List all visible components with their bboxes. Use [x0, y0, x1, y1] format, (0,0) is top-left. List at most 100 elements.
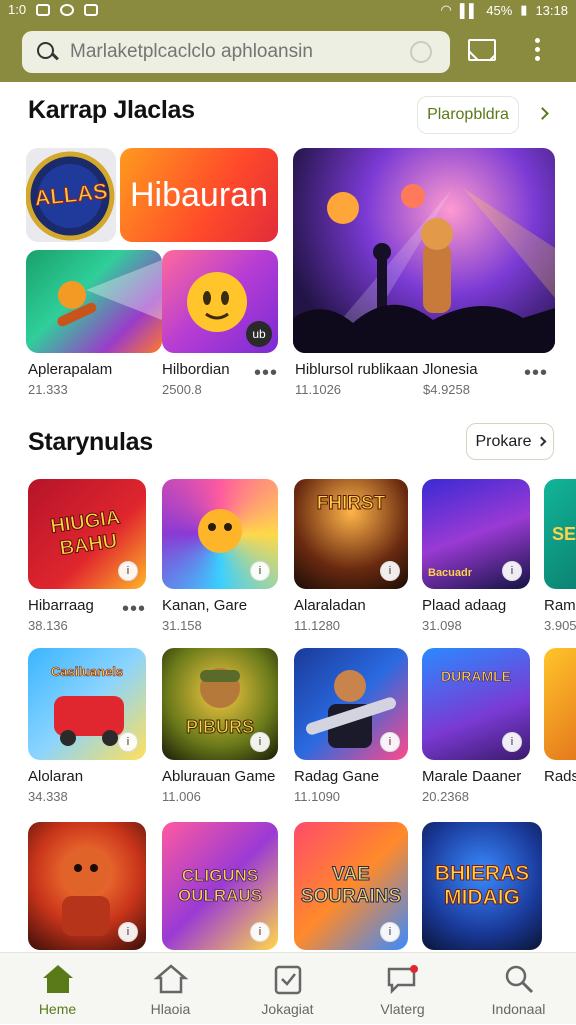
- item-title[interactable]: Hibarraag: [28, 597, 94, 614]
- info-icon[interactable]: i: [502, 732, 522, 752]
- item-meta: 11.1090: [294, 789, 341, 804]
- signal-icon: ▌▌: [459, 2, 479, 18]
- home-icon: [41, 963, 75, 995]
- chevron-right-icon[interactable]: [536, 107, 549, 120]
- app-tile[interactable]: [544, 648, 576, 760]
- message-icon: [84, 3, 99, 16]
- item-meta: 11.1280: [294, 618, 341, 633]
- tile-badge: ub: [246, 321, 272, 347]
- nav-tab-2[interactable]: Hlaoia: [113, 953, 228, 1025]
- chat-icon: [386, 963, 420, 995]
- app-tile[interactable]: i: [294, 648, 408, 760]
- app-tile[interactable]: BHIERAS MIDAIG: [422, 822, 542, 950]
- see-more-button[interactable]: Prokare: [466, 423, 554, 460]
- nav-tab-5[interactable]: Indonaal: [461, 953, 576, 1025]
- item-title[interactable]: Ramu: [544, 597, 576, 614]
- clipboard-icon: [271, 963, 305, 995]
- nav-label: Vlaterg: [380, 1001, 425, 1017]
- home-outline-icon: [153, 963, 188, 995]
- app-bar: [0, 20, 576, 82]
- app-tile[interactable]: i: [28, 822, 146, 950]
- featured-tile-emoji[interactable]: ub: [162, 250, 278, 353]
- item-title[interactable]: Ablurauan Game: [162, 768, 275, 785]
- info-icon[interactable]: i: [118, 561, 138, 581]
- featured-tile-game-art[interactable]: [26, 250, 162, 353]
- item-meta: 11.1026: [295, 382, 342, 397]
- item-meta: 31.098: [422, 618, 462, 633]
- info-icon[interactable]: i: [380, 732, 400, 752]
- clock: 13:18: [535, 2, 568, 18]
- nav-home[interactable]: Heme: [0, 953, 115, 1025]
- app-tile[interactable]: CLIGUNS OULRAUS i: [162, 822, 278, 950]
- info-icon[interactable]: i: [250, 561, 270, 581]
- featured-tile-alias[interactable]: ALLAS: [26, 148, 116, 242]
- item-meta: 2500.8: [162, 382, 202, 397]
- app-tile[interactable]: PIBURS i: [162, 648, 278, 760]
- section-title: Karrap Jlaclas: [28, 96, 195, 124]
- featured-tile-hiburan[interactable]: Hibauran: [120, 148, 278, 242]
- item-title[interactable]: Alaraladan: [294, 597, 366, 614]
- item-title[interactable]: Aplerapalam: [28, 361, 112, 378]
- info-icon[interactable]: i: [250, 922, 270, 942]
- item-meta: 38.136: [28, 618, 68, 633]
- info-icon[interactable]: i: [380, 922, 400, 942]
- more-options-icon[interactable]: [533, 38, 541, 66]
- see-more-label: Plaropbldra: [427, 106, 509, 123]
- item-title[interactable]: Hiblursol rublikaan Jlonesia: [295, 361, 478, 378]
- item-meta: 21.333: [28, 382, 68, 397]
- item-title[interactable]: Kanan, Gare: [162, 597, 247, 614]
- bottom-navigation: Heme Hlaoia Jokagiat Vlaterg Indonaal: [0, 952, 576, 1024]
- item-meta: 20.2368: [422, 789, 469, 804]
- nav-label: Jokagiat: [261, 1001, 314, 1017]
- info-icon[interactable]: i: [502, 561, 522, 581]
- app-tile[interactable]: Casiluanels i: [28, 648, 146, 760]
- nav-tab-4[interactable]: Vlaterg: [345, 953, 460, 1025]
- more-options-icon[interactable]: •••: [122, 599, 146, 619]
- info-icon[interactable]: i: [380, 561, 400, 581]
- status-bar: 1:0 ◠ ▌▌ 45% ▮ 13:18: [0, 0, 576, 20]
- featured-tile-concert[interactable]: [293, 148, 555, 353]
- search-input[interactable]: [70, 41, 390, 63]
- info-icon[interactable]: i: [118, 732, 138, 752]
- item-title[interactable]: Plaad adaag: [422, 597, 506, 614]
- tile-logo-text: ALLAS: [33, 178, 110, 212]
- item-title[interactable]: Radag Gane: [294, 768, 379, 785]
- app-tile[interactable]: DURAMLE i: [422, 648, 530, 760]
- sync-icon: [60, 3, 75, 16]
- app-tile[interactable]: FHIRST i: [294, 479, 408, 589]
- search-bar[interactable]: [22, 31, 450, 73]
- nav-tab-3[interactable]: Jokagiat: [230, 953, 345, 1025]
- nav-label: Hlaoia: [150, 1001, 191, 1017]
- item-meta: 3.905: [544, 618, 576, 633]
- item-title[interactable]: Alolaran: [28, 768, 83, 785]
- see-more-label: Prokare: [475, 432, 532, 450]
- item-price: $4.9258: [423, 382, 470, 397]
- item-title[interactable]: Hilbordian: [162, 361, 230, 378]
- app-tile[interactable]: i: [162, 479, 278, 589]
- more-options-icon[interactable]: •••: [254, 363, 278, 383]
- search-icon: [36, 41, 58, 63]
- app-tile[interactable]: Bacuadr i: [422, 479, 530, 589]
- tile-banner-text: Hibauran: [130, 175, 268, 214]
- status-time: 1:0: [8, 2, 27, 17]
- more-options-icon[interactable]: •••: [524, 363, 548, 383]
- app-tile[interactable]: VAE SOURAINS i: [294, 822, 408, 950]
- info-icon[interactable]: i: [118, 922, 138, 942]
- item-title[interactable]: Marale Daaner: [422, 768, 521, 785]
- see-more-button[interactable]: Plaropbldra: [417, 96, 519, 134]
- tile-art-text: BHIERAS MIDAIG: [434, 862, 530, 910]
- battery-icon: ▮: [520, 2, 528, 17]
- item-meta: 34.338: [28, 789, 68, 804]
- wifi-icon: ◠: [440, 2, 452, 17]
- app-tile[interactable]: HIUGIA BAHU i: [28, 479, 146, 589]
- section-title: Starynulas: [28, 428, 153, 456]
- mail-icon[interactable]: [468, 39, 496, 61]
- info-icon[interactable]: i: [250, 732, 270, 752]
- chevron-right-icon: [536, 436, 546, 447]
- item-title[interactable]: Rads: [544, 768, 576, 785]
- nav-label: Heme: [38, 1001, 77, 1017]
- app-tile[interactable]: SE: [544, 479, 576, 589]
- search-icon: [502, 963, 536, 995]
- voice-search-icon[interactable]: [410, 41, 432, 63]
- tile-art-text: SE: [552, 523, 576, 544]
